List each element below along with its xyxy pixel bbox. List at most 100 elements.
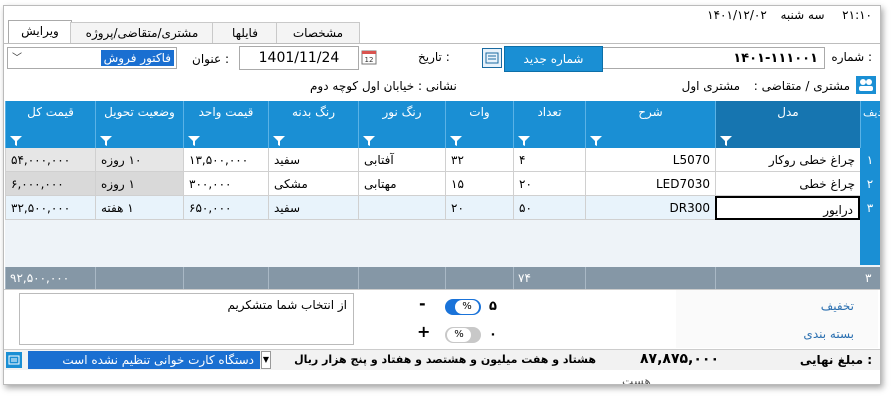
cell-body-color[interactable]: سفید xyxy=(268,196,358,220)
footer-divider xyxy=(183,267,184,289)
customer-icon[interactable] xyxy=(856,76,876,94)
footer-divider xyxy=(715,267,716,289)
discount-value[interactable]: ۵ xyxy=(489,299,497,314)
clock-date: ۱۴۰۱/۱۲/۰۲ xyxy=(707,8,767,22)
clock-weekday: سه شنبه xyxy=(780,8,825,22)
cell-quantity[interactable]: ۵۰ xyxy=(513,196,585,220)
col-header-label: قیمت کل xyxy=(27,105,74,119)
row-number: ۳ xyxy=(860,196,880,221)
col-header-light-color[interactable]: رنگ نور xyxy=(358,101,445,148)
cell-delivery-status[interactable]: ۱ روزه xyxy=(95,172,183,196)
card-reader-select[interactable]: دستگاه کارت خوانی تنظیم نشده است xyxy=(28,351,260,369)
cell-delivery-status[interactable]: ۱۰ روزه xyxy=(95,148,183,172)
filter-icon[interactable] xyxy=(10,135,22,146)
filter-icon[interactable] xyxy=(720,135,732,146)
tab-edit[interactable]: ویرایش xyxy=(8,20,72,44)
cell-light-color[interactable] xyxy=(358,196,445,220)
col-header-total-price[interactable]: قیمت کل xyxy=(5,101,95,148)
cell-description[interactable]: L5070 xyxy=(585,148,715,172)
card-reader-dropdown-icon[interactable]: ▼ xyxy=(261,351,271,369)
cell-light-color[interactable]: مهتابی xyxy=(358,172,445,196)
title-label: عنوان : xyxy=(192,52,229,66)
grid-footer xyxy=(5,267,880,289)
calendar-icon[interactable]: 12 xyxy=(360,48,378,66)
discount-percent-toggle[interactable]: % xyxy=(445,299,481,315)
svg-text:12: 12 xyxy=(365,56,374,64)
footer-divider xyxy=(445,267,446,289)
filter-icon[interactable] xyxy=(518,135,530,146)
packaging-value[interactable]: ۰ xyxy=(489,327,497,342)
cell-watt[interactable]: ۳۲ xyxy=(445,148,513,172)
minus-button[interactable]: - xyxy=(419,294,426,313)
col-header-label: رنگ بدنه xyxy=(291,105,336,119)
chevron-down-icon: ﹀ xyxy=(12,53,22,64)
cell-unit-price[interactable]: ۱۳,۵۰۰,۰۰۰ xyxy=(183,148,268,172)
footer-divider xyxy=(5,267,6,289)
packaging-label: بسته بندی xyxy=(803,327,854,341)
cell-body-color[interactable]: مشکی xyxy=(268,172,358,196)
customer-value[interactable]: مشتری اول xyxy=(682,79,740,93)
filter-icon[interactable] xyxy=(363,135,375,146)
number-field[interactable]: ۱۴۰۱-۱۱۱۰۰۱ xyxy=(601,47,825,69)
number-label: شماره : xyxy=(831,50,872,64)
tab-files[interactable]: فایلها xyxy=(212,22,278,43)
invoice-window: ۲۱:۱۰ سه شنبه ۱۴۰۱/۱۲/۰۲ ویرایش مشتری/مت… xyxy=(3,5,881,385)
cell-total-price[interactable]: ۵۴,۰۰۰,۰۰۰ xyxy=(5,148,95,172)
cell-model[interactable]: چراغ خطی روکار xyxy=(715,148,860,172)
cell-model[interactable]: درایور xyxy=(715,196,860,220)
clock-time: ۲۱:۱۰ xyxy=(842,8,872,22)
final-amount-label: مبلغ نهایی : xyxy=(799,353,872,367)
col-header-label: رنگ نور xyxy=(382,105,422,119)
cell-total-price[interactable]: ۳۲,۵۰۰,۰۰۰ xyxy=(5,196,95,220)
cell-light-color[interactable]: آفتابی xyxy=(358,148,445,172)
col-header-label: وات xyxy=(469,105,490,119)
cell-unit-price[interactable]: ۶۵۰,۰۰۰ xyxy=(183,196,268,220)
title-select[interactable]: ﹀ فاکتور فروش xyxy=(7,47,177,69)
list-icon[interactable] xyxy=(482,48,502,68)
cell-model[interactable]: چراغ خطی xyxy=(715,172,860,196)
footer-divider xyxy=(585,267,586,289)
tab-customer-project[interactable]: مشتری/متقاضی/پروژه xyxy=(70,22,214,43)
final-amount-value: ۸۷,۸۷۵,۰۰۰ xyxy=(640,351,719,367)
discount-percent-knob: % xyxy=(455,300,479,314)
cell-total-price[interactable]: ۶,۰۰۰,۰۰۰ xyxy=(5,172,95,196)
col-header-watt[interactable]: وات xyxy=(445,101,513,148)
cell-unit-price[interactable]: ۳۰۰,۰۰۰ xyxy=(183,172,268,196)
cell-description[interactable]: DR300 xyxy=(585,196,715,220)
discount-label: تخفیف xyxy=(820,299,854,313)
cell-watt[interactable]: ۲۰ xyxy=(445,196,513,220)
packaging-percent-toggle[interactable]: % xyxy=(445,327,481,343)
filter-icon[interactable] xyxy=(590,135,602,146)
cell-quantity[interactable]: ۲۰ xyxy=(513,172,585,196)
date-field[interactable]: 1401/11/24 xyxy=(239,46,359,70)
cell-watt[interactable]: ۱۵ xyxy=(445,172,513,196)
filter-icon[interactable] xyxy=(273,135,285,146)
note-textarea[interactable]: از انتخاب شما متشکریم xyxy=(19,293,354,345)
col-header-delivery-status[interactable]: وضعیت تحویل xyxy=(95,101,183,148)
col-header-description[interactable]: شرح xyxy=(585,101,715,148)
filter-icon[interactable] xyxy=(100,135,112,146)
col-header-unit-price[interactable]: قیمت واحد xyxy=(183,101,268,148)
cell-description[interactable]: LED7030 xyxy=(585,172,715,196)
col-header-label: قیمت واحد xyxy=(198,105,254,119)
footer-grand-total: ۹۲,۵۰۰,۰۰۰ xyxy=(10,271,70,285)
plus-button[interactable]: + xyxy=(417,322,430,341)
filter-icon[interactable] xyxy=(450,135,462,146)
col-header-quantity[interactable]: تعداد xyxy=(513,101,585,148)
customer-label: مشتری / متقاضی : xyxy=(753,79,850,93)
footer-qty-total: ۷۴ xyxy=(518,271,531,285)
cell-delivery-status[interactable]: ۱ هفته xyxy=(95,196,183,220)
col-header-label: وضعیت تحویل xyxy=(104,105,175,119)
packaging-percent-knob: % xyxy=(447,328,471,342)
cell-body-color[interactable]: سفید xyxy=(268,148,358,172)
cell-quantity[interactable]: ۴ xyxy=(513,148,585,172)
col-header-row-number[interactable]: ردیف xyxy=(860,101,880,148)
new-number-button[interactable]: شماره جدید xyxy=(504,46,603,72)
filter-icon[interactable] xyxy=(188,135,200,146)
tab-specs[interactable]: مشخصات xyxy=(276,22,360,43)
col-header-body-color[interactable]: رنگ بدنه xyxy=(268,101,358,148)
col-header-model[interactable]: مدل xyxy=(715,101,860,148)
title-value: فاکتور فروش xyxy=(100,50,174,66)
menu-icon[interactable] xyxy=(6,352,22,368)
address-label: نشانی : xyxy=(417,79,457,93)
